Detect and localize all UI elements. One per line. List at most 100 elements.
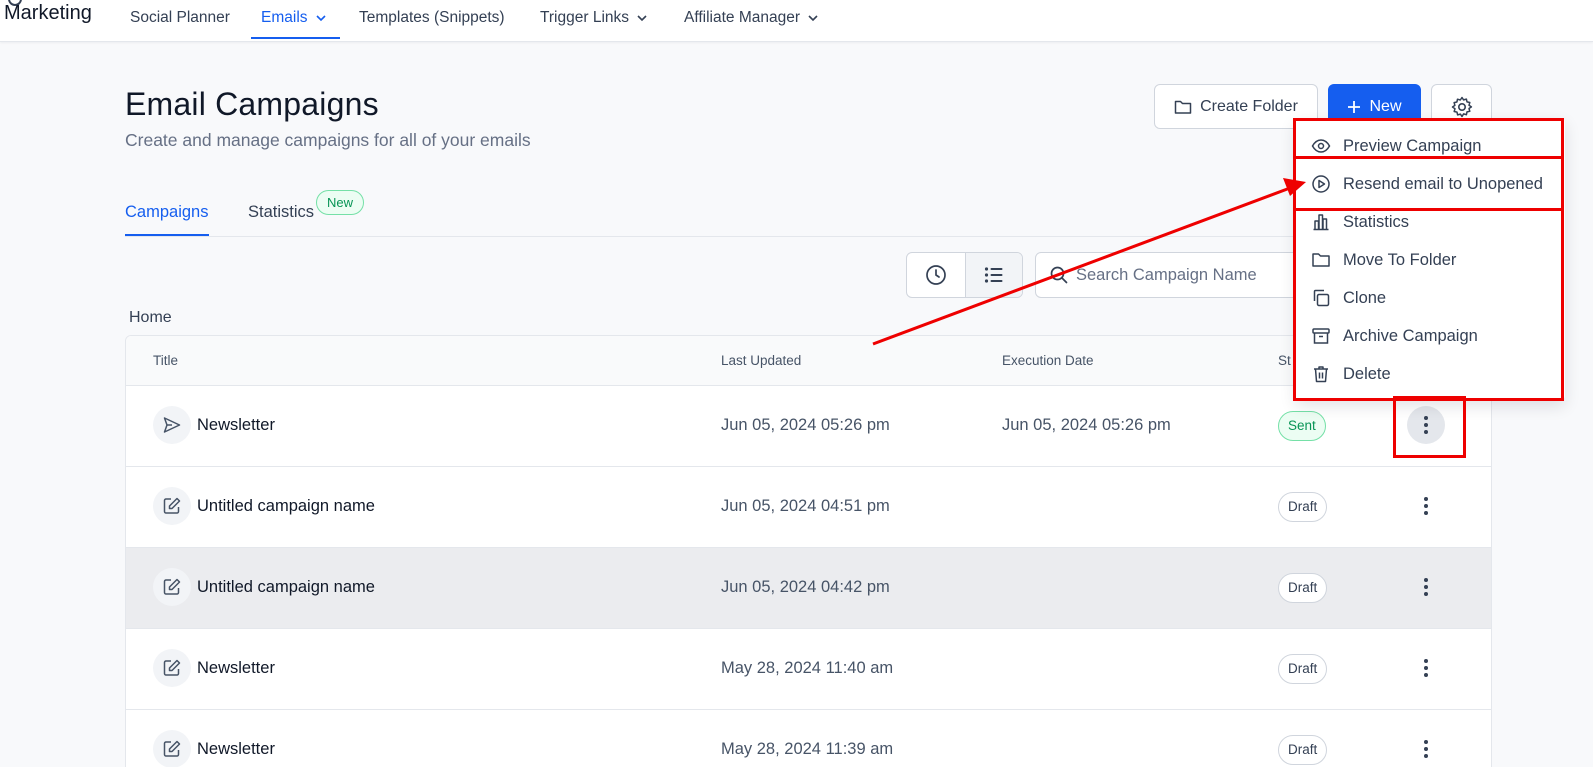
table-row[interactable]: Untitled campaign name Jun 05, 2024 04:5… — [126, 467, 1491, 548]
tab-statistics[interactable]: Statistics — [248, 203, 314, 222]
chevron-down-icon — [808, 15, 818, 22]
active-tab-indicator — [125, 234, 209, 236]
table-header: Title Last Updated Execution Date St — [126, 336, 1491, 386]
table-row[interactable]: Untitled campaign name Jun 05, 2024 04:4… — [126, 548, 1491, 629]
campaign-title: Newsletter — [197, 658, 275, 677]
play-circle-icon — [1312, 175, 1330, 193]
row-actions-menu: Preview Campaign Resend email to Unopene… — [1295, 118, 1565, 400]
row-actions-button[interactable] — [1407, 730, 1445, 767]
table-row[interactable]: Newsletter May 28, 2024 11:40 am Draft — [126, 629, 1491, 710]
menu-item-label: Resend email to Unopened — [1343, 174, 1543, 193]
campaign-title: Newsletter — [197, 739, 275, 758]
edit-icon — [153, 487, 191, 525]
list-icon — [984, 267, 1003, 283]
more-vertical-icon — [1424, 659, 1428, 677]
row-actions-button[interactable] — [1407, 406, 1445, 444]
nav-item-label: Trigger Links — [540, 9, 630, 26]
search-box — [1035, 252, 1335, 298]
new-badge: New — [316, 190, 365, 215]
nav-item-label: Social Planner — [130, 9, 230, 26]
row-actions-button[interactable] — [1407, 487, 1445, 525]
menu-item-move-to-folder[interactable]: Move To Folder — [1311, 247, 1456, 273]
menu-item-archive-campaign[interactable]: Archive Campaign — [1311, 323, 1478, 349]
status-badge: Draft — [1278, 492, 1328, 522]
campaign-title: Untitled campaign name — [197, 577, 375, 596]
nav-item-affiliate-manager[interactable]: Affiliate Manager — [684, 5, 818, 31]
brand-title: Marketing — [4, 2, 92, 24]
edit-icon — [153, 730, 191, 767]
recent-view-button[interactable] — [907, 253, 965, 297]
status-badge: Draft — [1278, 735, 1328, 765]
column-header-last-updated[interactable]: Last Updated — [721, 353, 801, 368]
menu-item-resend-unopened[interactable]: Resend email to Unopened — [1311, 171, 1543, 197]
menu-item-preview-campaign[interactable]: Preview Campaign — [1311, 133, 1481, 159]
status-badge: Draft — [1278, 654, 1328, 684]
list-view-button[interactable] — [964, 253, 1022, 297]
active-nav-indicator — [251, 37, 340, 39]
table-row[interactable]: Newsletter Jun 05, 2024 05:26 pm Jun 05,… — [126, 386, 1491, 467]
campaign-title-cell[interactable]: Untitled campaign name — [153, 487, 375, 525]
tabs-divider — [125, 236, 1492, 237]
table-row[interactable]: Newsletter May 28, 2024 11:39 am Draft — [126, 710, 1491, 767]
chevron-down-icon — [637, 15, 647, 22]
breadcrumb[interactable]: Home — [129, 309, 172, 327]
campaign-title-cell[interactable]: Newsletter — [153, 730, 275, 767]
view-toggle — [906, 252, 1023, 298]
column-header-title[interactable]: Title — [153, 353, 178, 368]
menu-item-clone[interactable]: Clone — [1311, 285, 1386, 311]
plus-icon — [1348, 100, 1361, 113]
nav-item-emails[interactable]: Emails — [261, 5, 326, 31]
send-icon — [153, 406, 191, 444]
eye-icon — [1311, 139, 1331, 153]
nav-item-label: Affiliate Manager — [684, 9, 801, 26]
search-icon — [1050, 266, 1068, 284]
last-updated-cell: Jun 05, 2024 05:26 pm — [721, 416, 890, 434]
clock-icon — [925, 265, 946, 285]
campaign-title: Newsletter — [197, 415, 275, 434]
more-vertical-icon — [1424, 416, 1428, 434]
archive-icon — [1312, 328, 1330, 344]
nav-item-templates[interactable]: Templates (Snippets) — [359, 5, 505, 31]
create-folder-button[interactable]: Create Folder — [1154, 84, 1318, 129]
nav-item-trigger-links[interactable]: Trigger Links — [540, 5, 647, 31]
nav-item-label: Templates (Snippets) — [359, 9, 505, 26]
page-title: Email Campaigns — [125, 86, 379, 122]
campaigns-table: Title Last Updated Execution Date St New… — [125, 335, 1492, 767]
edit-icon — [153, 568, 191, 606]
status-badge: Sent — [1278, 411, 1326, 441]
new-button-label: New — [1369, 97, 1402, 115]
create-folder-label: Create Folder — [1200, 97, 1298, 115]
trash-icon — [1314, 366, 1328, 383]
row-actions-button[interactable] — [1407, 649, 1445, 687]
menu-item-label: Statistics — [1343, 212, 1410, 231]
more-vertical-icon — [1424, 740, 1428, 758]
campaign-title: Untitled campaign name — [197, 496, 375, 515]
execution-date-cell: Jun 05, 2024 05:26 pm — [1002, 416, 1171, 434]
more-vertical-icon — [1424, 497, 1428, 515]
folder-icon — [1312, 253, 1330, 267]
status-badge: Draft — [1278, 573, 1328, 603]
menu-item-delete[interactable]: Delete — [1311, 361, 1391, 387]
campaign-title-cell[interactable]: Untitled campaign name — [153, 568, 375, 606]
top-navigation: Marketing Social Planner Emails Template… — [0, 0, 1593, 42]
chevron-down-icon — [315, 15, 326, 22]
menu-item-label: Archive Campaign — [1343, 326, 1478, 345]
last-updated-cell: Jun 05, 2024 04:51 pm — [721, 497, 890, 515]
edit-icon — [153, 649, 191, 687]
page-subtitle: Create and manage campaigns for all of y… — [125, 130, 531, 150]
campaign-title-cell[interactable]: Newsletter — [153, 649, 275, 687]
last-updated-cell: May 28, 2024 11:39 am — [721, 740, 894, 758]
menu-item-label: Clone — [1343, 288, 1387, 307]
nav-item-social-planner[interactable]: Social Planner — [130, 5, 230, 31]
menu-item-statistics[interactable]: Statistics — [1311, 209, 1409, 235]
tab-campaigns[interactable]: Campaigns — [125, 203, 208, 222]
menu-item-label: Move To Folder — [1343, 250, 1457, 269]
campaign-title-cell[interactable]: Newsletter — [153, 406, 275, 444]
nav-item-label: Emails — [261, 9, 308, 26]
row-actions-button[interactable] — [1407, 568, 1445, 606]
last-updated-cell: Jun 05, 2024 04:42 pm — [721, 578, 890, 596]
search-input[interactable] — [1076, 265, 1306, 285]
copy-icon — [1313, 289, 1330, 307]
column-header-execution-date[interactable]: Execution Date — [1002, 353, 1094, 368]
column-header-status[interactable]: St — [1278, 353, 1291, 368]
